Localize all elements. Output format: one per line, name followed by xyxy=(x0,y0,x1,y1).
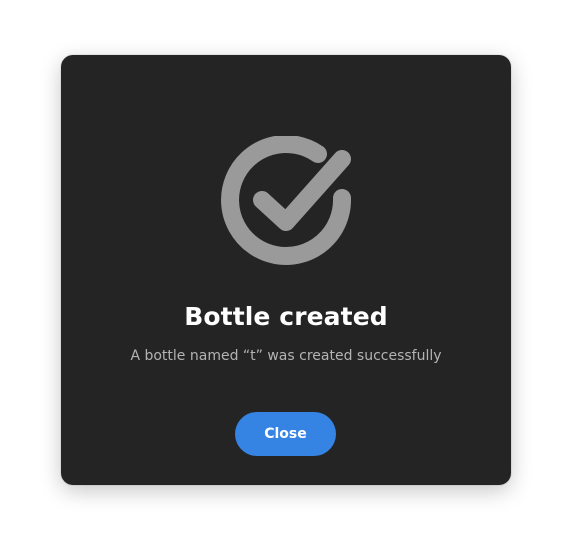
bottle-created-dialog: Bottle created A bottle named “t” was cr… xyxy=(61,55,511,485)
dialog-title: Bottle created xyxy=(184,302,388,331)
close-button[interactable]: Close xyxy=(235,412,336,456)
check-circle-icon xyxy=(221,136,351,266)
dialog-subtitle: A bottle named “t” was created successfu… xyxy=(130,348,442,364)
